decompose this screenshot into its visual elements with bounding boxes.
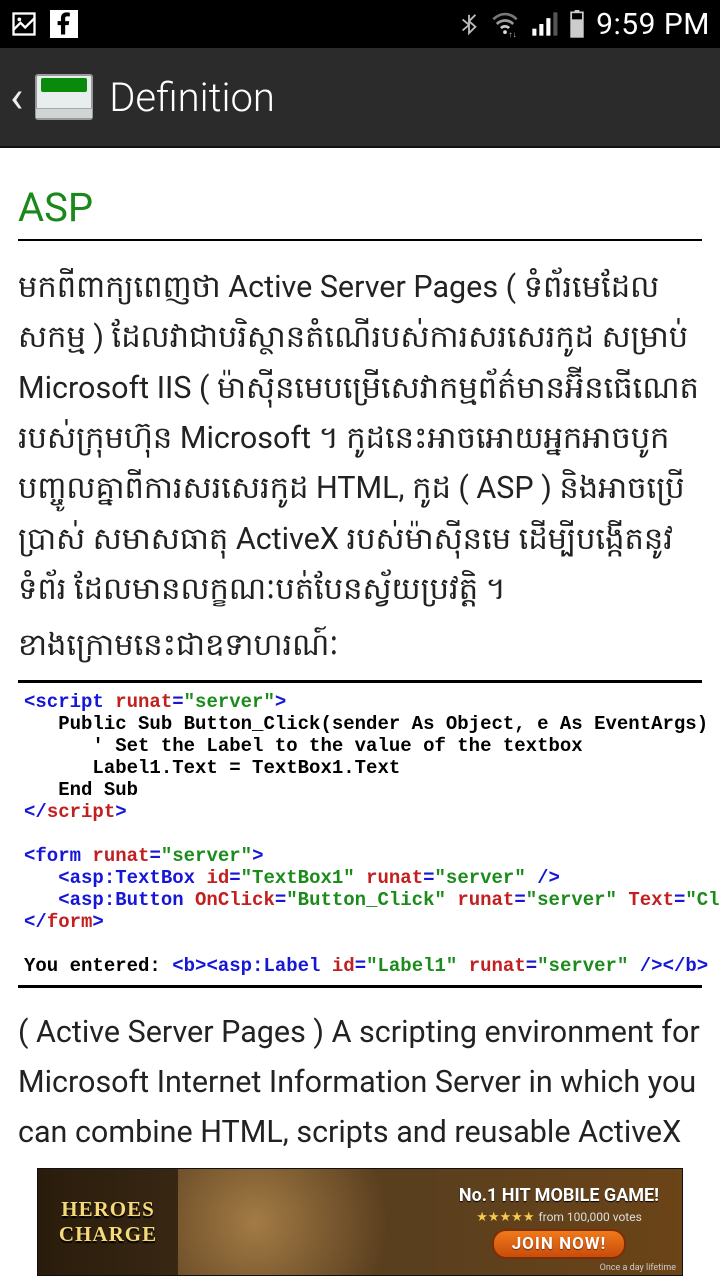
code-example: <script runat="server"> Public Sub Butto…: [18, 680, 702, 988]
definition-english: ( Active Server Pages ) A scripting envi…: [18, 1008, 702, 1169]
code-block: <script runat="server"> Public Sub Butto…: [18, 683, 702, 985]
ad-tagline: No.1 HIT MOBILE GAME!: [459, 1185, 659, 1206]
ad-subtext: from 100,000 votes: [538, 1210, 641, 1224]
ad-stars-icon: ★★★★★: [476, 1210, 534, 1225]
signal-icon: [530, 10, 558, 38]
facebook-icon: [50, 10, 78, 38]
image-icon: [10, 10, 38, 38]
clock-text: 9:59 PM: [596, 7, 710, 42]
back-button[interactable]: ‹: [10, 71, 29, 123]
app-bar: ‹ Definition: [0, 48, 720, 148]
svg-text:↑↓: ↑↓: [509, 29, 517, 38]
term-heading: ASP: [18, 184, 702, 231]
title-divider: [18, 239, 702, 241]
page-title: Definition: [109, 74, 275, 121]
status-bar: ↑↓ 9:59 PM: [0, 0, 720, 48]
bluetooth-icon: [458, 10, 480, 38]
ad-artwork: [178, 1169, 436, 1275]
code-divider-bottom: [18, 985, 702, 988]
example-intro: ខាងក្រោមនេះជាឧទាហរណ៍ៈ: [18, 621, 702, 671]
ad-disclaimer: Once a day lifetime: [600, 1263, 676, 1273]
ad-cta-button[interactable]: JOIN NOW!: [492, 1229, 627, 1259]
definition-khmer: មកពីពាក្យពេញថា Active Server Pages ( ទំព…: [18, 263, 702, 615]
content-area[interactable]: ASP មកពីពាក្យពេញថា Active Server Pages (…: [0, 148, 720, 1168]
ad-logo: HEROES CHARGE: [38, 1169, 178, 1275]
app-icon[interactable]: [35, 74, 93, 120]
ad-banner[interactable]: HEROES CHARGE No.1 HIT MOBILE GAME! ★★★★…: [37, 1168, 683, 1276]
battery-icon: [568, 10, 586, 38]
wifi-icon: ↑↓: [490, 10, 520, 38]
